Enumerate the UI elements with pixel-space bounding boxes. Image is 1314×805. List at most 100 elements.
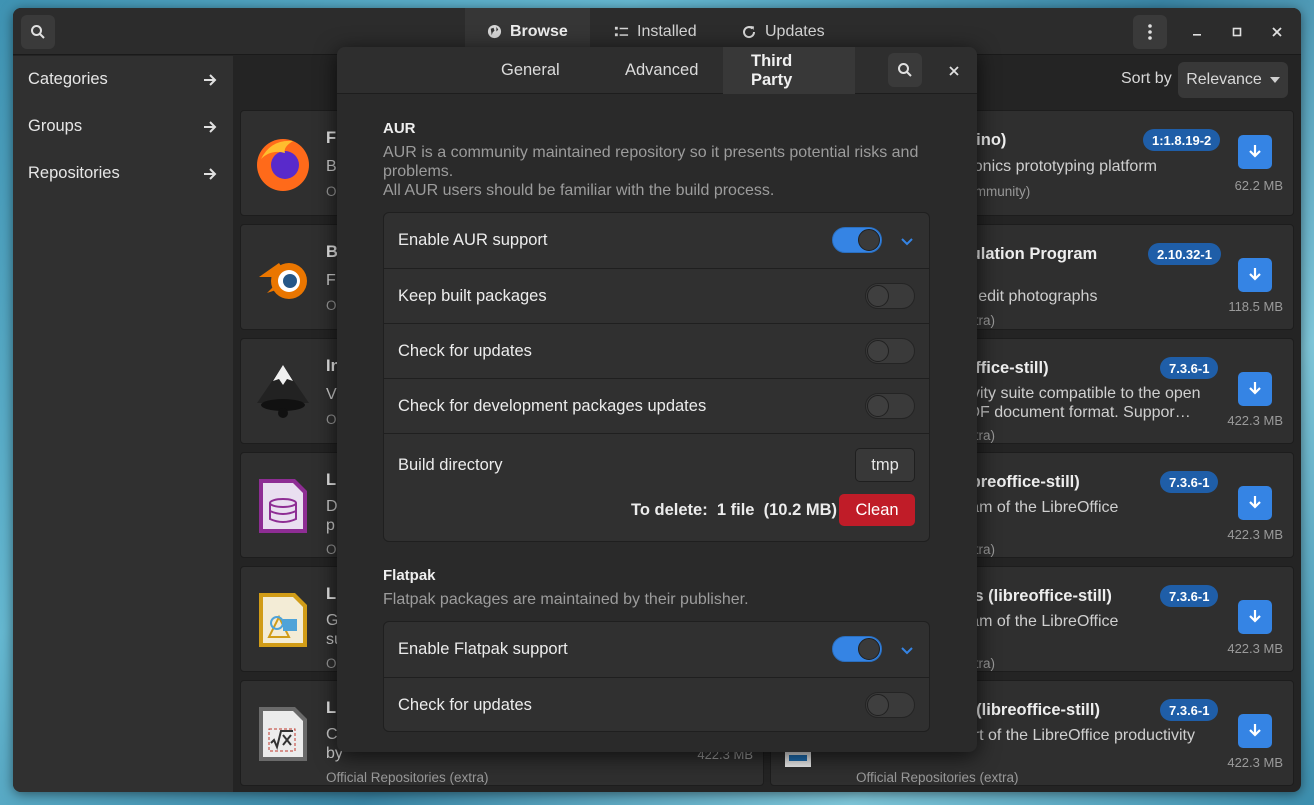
sidebar-item-repositories[interactable]: Repositories bbox=[13, 150, 233, 197]
chevron-down-icon[interactable] bbox=[899, 233, 915, 249]
tab-general[interactable]: General bbox=[473, 47, 588, 94]
switch-knob bbox=[867, 340, 889, 362]
tab-browse-label: Browse bbox=[510, 22, 568, 40]
close-icon bbox=[1272, 27, 1282, 37]
package-desc: D bbox=[326, 498, 338, 515]
aur-description-2: All AUR users should be familiar with th… bbox=[383, 182, 775, 199]
package-desc: ctronics prototyping platform bbox=[956, 158, 1157, 175]
package-desc: C bbox=[326, 726, 338, 743]
keep-built-switch[interactable] bbox=[865, 283, 915, 309]
dev-updates-label: Check for development packages updates bbox=[398, 397, 707, 415]
flatpak-check-updates-label: Check for updates bbox=[398, 696, 532, 714]
sort-dropdown[interactable]: Relevance bbox=[1178, 62, 1288, 98]
to-delete-label: To delete: 1 file (10.2 MB) bbox=[631, 501, 837, 519]
version-badge: 7.3.6-1 bbox=[1160, 699, 1219, 721]
libreoffice-base-icon bbox=[259, 479, 307, 533]
package-title: L bbox=[326, 471, 337, 489]
dropdown-arrow-icon bbox=[1269, 77, 1280, 83]
maximize-button[interactable] bbox=[1225, 20, 1249, 44]
search-icon bbox=[898, 63, 912, 77]
flatpak-check-updates-switch[interactable] bbox=[865, 692, 915, 718]
package-repo: O bbox=[326, 656, 337, 671]
aur-check-updates-switch[interactable] bbox=[865, 338, 915, 364]
switch-knob bbox=[867, 694, 889, 716]
package-desc: nd edit photographs bbox=[956, 288, 1098, 305]
package-size: 422.3 MB bbox=[1227, 641, 1283, 656]
sidebar: Categories Groups Repositories bbox=[13, 56, 233, 792]
search-icon bbox=[31, 25, 45, 39]
package-desc: B bbox=[326, 158, 337, 175]
package-desc: V bbox=[326, 386, 337, 403]
download-button[interactable] bbox=[1238, 135, 1272, 169]
switch-knob bbox=[858, 229, 880, 251]
search-button[interactable] bbox=[21, 15, 55, 49]
enable-aur-row: Enable AUR support bbox=[384, 213, 929, 268]
menu-button[interactable] bbox=[1133, 15, 1167, 49]
download-button[interactable] bbox=[1238, 714, 1272, 748]
dev-updates-switch[interactable] bbox=[865, 393, 915, 419]
keep-built-label: Keep built packages bbox=[398, 287, 547, 305]
download-button[interactable] bbox=[1238, 486, 1272, 520]
close-window-button[interactable] bbox=[1265, 20, 1289, 44]
package-title: F bbox=[326, 129, 337, 147]
package-repo: Official Repositories (extra) bbox=[856, 770, 1019, 785]
arrow-right-icon bbox=[204, 120, 217, 133]
package-title: er (libreoffice-still) bbox=[956, 701, 1100, 719]
enable-flatpak-switch[interactable] bbox=[832, 636, 882, 662]
package-title: ipulation Program bbox=[956, 245, 1098, 263]
download-icon bbox=[1249, 610, 1261, 623]
download-button[interactable] bbox=[1238, 372, 1272, 406]
sidebar-item-categories[interactable]: Categories bbox=[13, 56, 233, 103]
tab-third-party[interactable]: Third Party bbox=[723, 47, 855, 94]
version-badge: 7.3.6-1 bbox=[1160, 585, 1219, 607]
package-repo: O bbox=[326, 298, 337, 313]
minimize-button[interactable] bbox=[1185, 20, 1209, 44]
download-icon bbox=[1249, 268, 1261, 281]
arrow-right-icon bbox=[204, 73, 217, 86]
version-badge: 7.3.6-1 bbox=[1160, 357, 1219, 379]
enable-flatpak-row: Enable Flatpak support bbox=[384, 622, 929, 677]
download-button[interactable] bbox=[1238, 258, 1272, 292]
sidebar-item-label: Categories bbox=[28, 70, 108, 88]
enable-aur-switch[interactable] bbox=[832, 227, 882, 253]
package-repo: O bbox=[326, 184, 337, 199]
refresh-icon bbox=[743, 25, 756, 38]
clean-button[interactable]: Clean bbox=[839, 494, 915, 526]
package-title: L bbox=[326, 699, 337, 717]
dev-updates-row: Check for development packages updates bbox=[384, 378, 929, 433]
inkscape-icon bbox=[257, 365, 309, 418]
chevron-down-icon[interactable] bbox=[899, 642, 915, 658]
app-icon-partial bbox=[785, 751, 811, 767]
build-directory-row: Build directory tmp To delete: 1 file (1… bbox=[384, 433, 929, 541]
dialog-close-button[interactable] bbox=[942, 59, 966, 83]
package-size: 422.3 MB bbox=[1227, 527, 1283, 542]
sort-value: Relevance bbox=[1186, 71, 1262, 88]
sidebar-item-groups[interactable]: Groups bbox=[13, 103, 233, 150]
package-desc: F bbox=[326, 272, 336, 289]
preferences-dialog: General Advanced Third Party AUR AUR is … bbox=[337, 47, 977, 752]
sidebar-item-label: Groups bbox=[28, 117, 83, 135]
build-directory-button[interactable]: tmp bbox=[855, 448, 915, 482]
download-button[interactable] bbox=[1238, 600, 1272, 634]
package-desc: gram of the LibreOffice bbox=[956, 613, 1119, 630]
libreoffice-math-icon bbox=[259, 707, 307, 761]
package-title: L bbox=[326, 585, 337, 603]
kebab-menu-icon bbox=[1148, 24, 1152, 40]
tab-advanced[interactable]: Advanced bbox=[597, 47, 726, 94]
dialog-header: General Advanced Third Party bbox=[337, 47, 977, 94]
minimize-icon bbox=[1193, 34, 1201, 36]
arrow-right-icon bbox=[204, 167, 217, 180]
flatpak-settings-box: Enable Flatpak support Check for updates bbox=[383, 621, 930, 732]
package-size: 62.2 MB bbox=[1234, 178, 1283, 193]
libreoffice-draw-icon bbox=[259, 593, 307, 647]
package-repo: Official Repositories (extra) bbox=[326, 770, 489, 785]
close-icon bbox=[949, 66, 959, 76]
package-size: 422.3 MB bbox=[1227, 755, 1283, 770]
package-repo: O bbox=[326, 412, 337, 427]
keep-built-row: Keep built packages bbox=[384, 268, 929, 323]
package-desc-line2: p bbox=[326, 517, 335, 534]
package-desc: part of the LibreOffice productivity bbox=[956, 727, 1195, 744]
dialog-search-button[interactable] bbox=[888, 53, 922, 87]
aur-description: AUR is a community maintained repository… bbox=[383, 144, 919, 180]
package-title: ess (libreoffice-still) bbox=[956, 587, 1112, 605]
